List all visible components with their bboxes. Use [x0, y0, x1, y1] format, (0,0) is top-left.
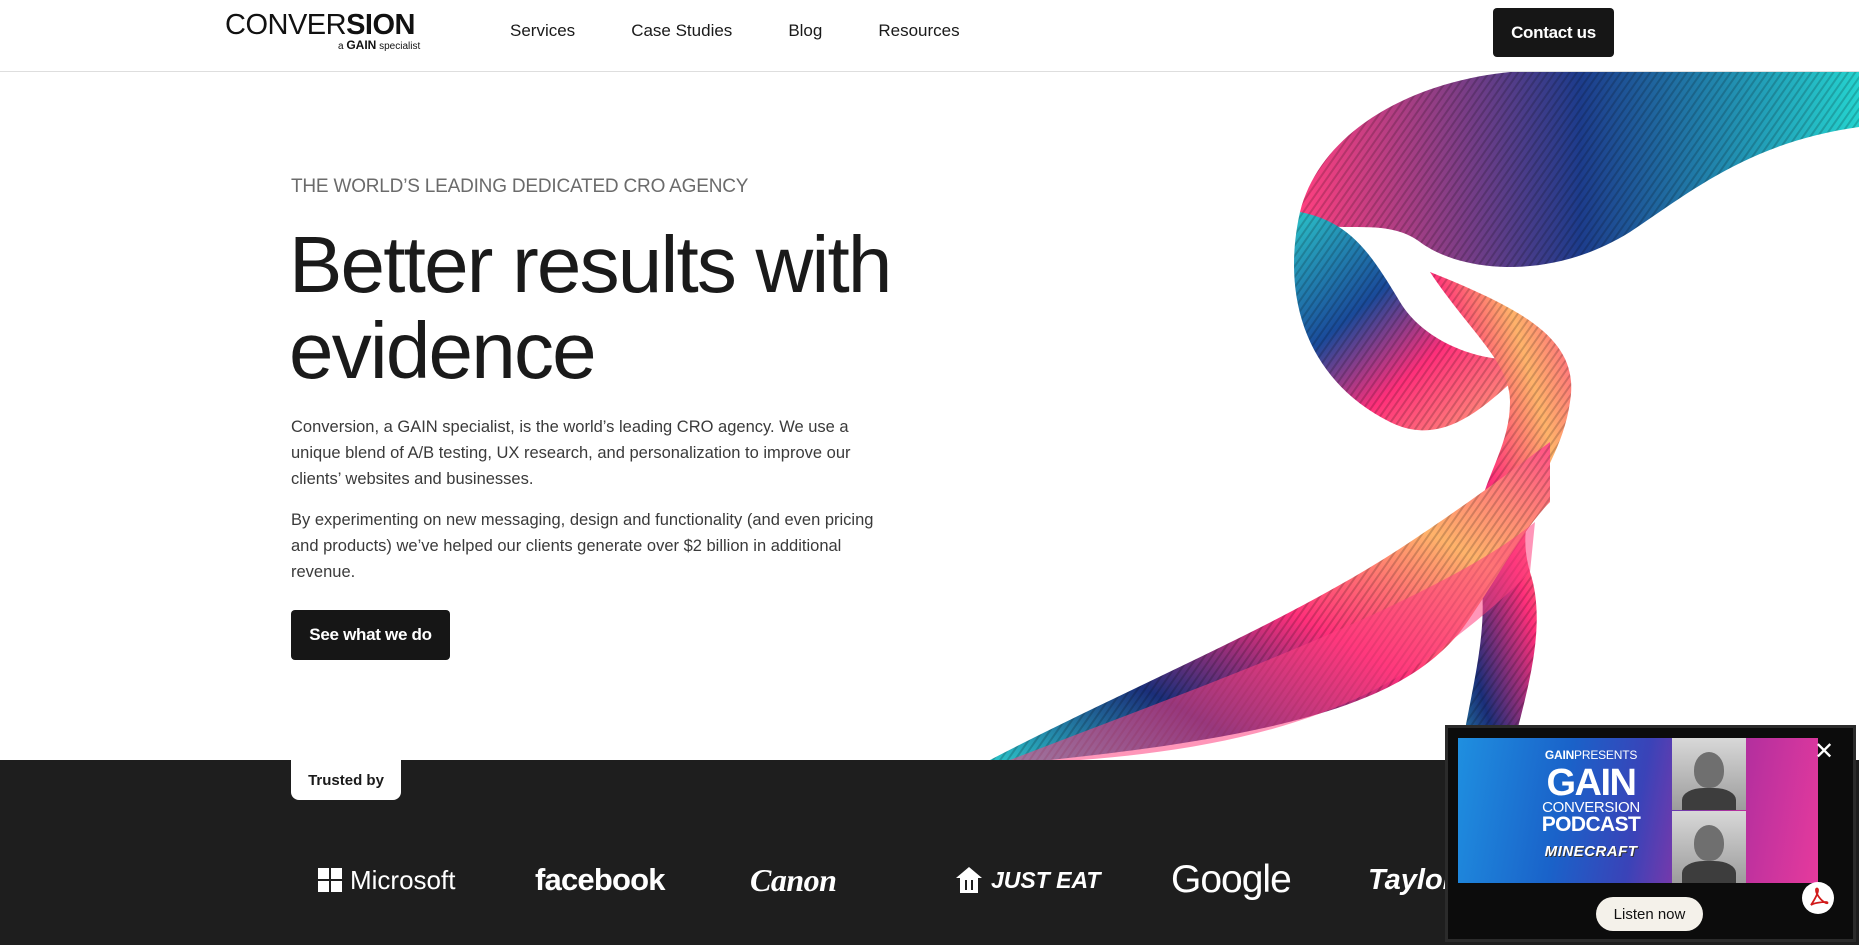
hero-ribbon-artwork: [990, 72, 1859, 760]
ribbon-graphic: [990, 72, 1859, 760]
nav-item-blog[interactable]: Blog: [788, 21, 822, 41]
guest-photo: [1672, 811, 1746, 883]
microsoft-windows-icon: [318, 868, 342, 892]
logo-tagline-prefix: a: [338, 41, 344, 52]
close-icon[interactable]: ✕: [1812, 740, 1836, 764]
host-photo: [1672, 738, 1746, 810]
listen-now-button[interactable]: Listen now: [1596, 897, 1703, 931]
nav-item-resources[interactable]: Resources: [878, 21, 959, 41]
nav-item-services[interactable]: Services: [510, 21, 575, 41]
logo-wordmark-thin: CONVER: [225, 9, 347, 41]
logo-tagline-brand: GAIN: [346, 38, 377, 52]
hero-paragraph-2: By experimenting on new messaging, desig…: [291, 511, 874, 581]
client-logo-canon: Canon: [750, 861, 837, 898]
just-eat-house-icon: [956, 867, 982, 893]
nav-item-case-studies[interactable]: Case Studies: [631, 21, 732, 41]
hero-paragraph-1: Conversion, a GAIN specialist, is the wo…: [291, 418, 851, 488]
see-what-we-do-button[interactable]: See what we do: [291, 610, 450, 660]
podcast-presents-word: PRESENTS: [1574, 748, 1638, 762]
client-logo-google: Google: [1171, 858, 1292, 901]
trusted-by-label: Trusted by: [291, 760, 401, 800]
client-logo-taylormade: Taylor: [1368, 863, 1454, 896]
logo-wordmark-bold: SION: [346, 9, 415, 41]
logo-wordmark: CONVERSION: [225, 9, 425, 41]
podcast-guest-brand: MINECRAFT: [1544, 843, 1638, 860]
conversion-logo[interactable]: CONVERSION a GAIN specialist: [225, 9, 425, 53]
hero-headline: Better results with evidence: [289, 220, 892, 395]
main-nav: Services Case Studies Blog Resources: [510, 21, 960, 41]
contact-us-button[interactable]: Contact us: [1493, 8, 1614, 57]
hero-eyebrow: THE WORLD’S LEADING DEDICATED CRO AGENCY: [291, 176, 749, 197]
podcast-title-podcast: PODCAST: [1541, 813, 1641, 836]
client-logo-microsoft-text: Microsoft: [350, 864, 456, 895]
client-logo-just-eat-text: JUST EAT: [991, 866, 1101, 893]
podcast-presents-brand: GAIN: [1544, 748, 1575, 762]
logo-tagline: a GAIN specialist: [338, 38, 420, 52]
logo-tagline-suffix: specialist: [379, 41, 421, 52]
podcast-title-gain: GAIN: [1546, 762, 1638, 804]
client-logo-just-eat: JUST EAT: [953, 860, 1100, 900]
pdf-glyph: [1810, 887, 1829, 906]
site-header: CONVERSION a GAIN specialist Services Ca…: [0, 0, 1859, 72]
podcast-presents: GAINPRESENTS: [1526, 748, 1656, 762]
client-logo-microsoft: Microsoft: [318, 860, 455, 900]
client-logo-facebook: facebook: [535, 862, 666, 897]
pdf-icon[interactable]: [1802, 882, 1834, 914]
podcast-banner-image[interactable]: GAINPRESENTS GAIN CONVERSION PODCAST MIN…: [1458, 738, 1818, 883]
podcast-banner-text: GAINPRESENTS GAIN CONVERSION PODCAST MIN…: [1526, 748, 1656, 860]
